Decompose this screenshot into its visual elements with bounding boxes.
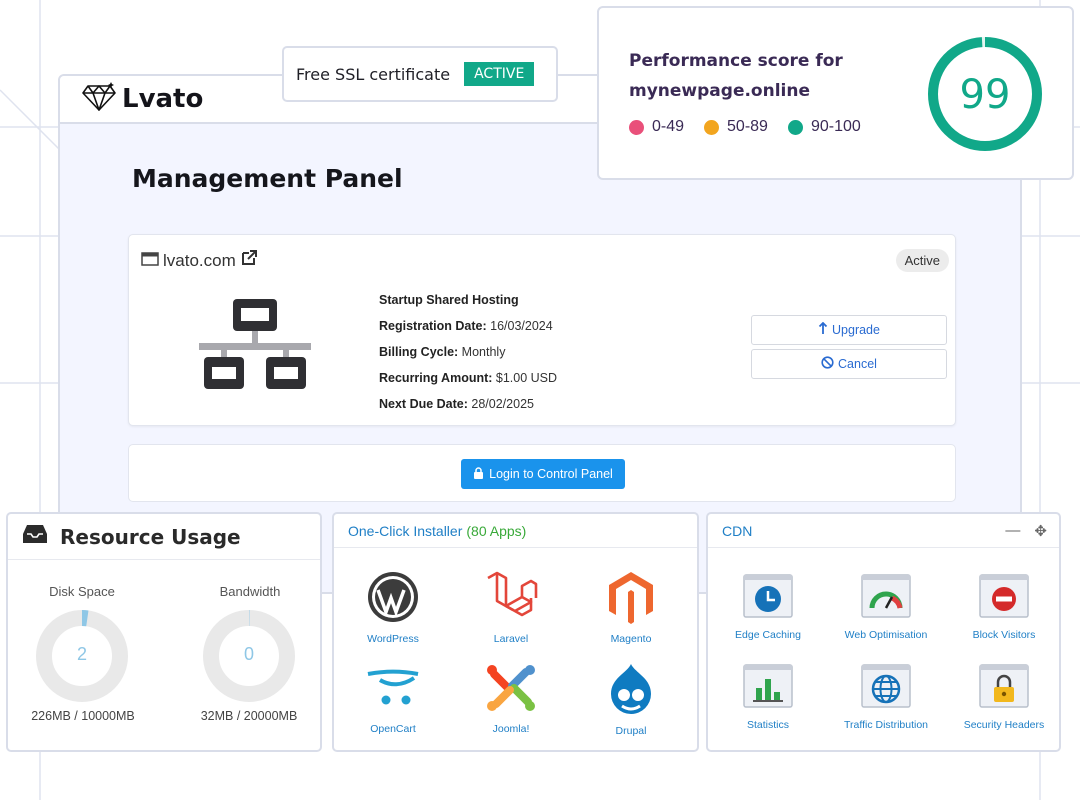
app-label: WordPress: [367, 633, 419, 645]
upgrade-label: Upgrade: [832, 323, 880, 337]
legend-item: 50-89: [704, 118, 768, 136]
page-title: Management Panel: [132, 164, 403, 193]
brand-name: Lvato: [122, 84, 204, 114]
wordpress-icon: [366, 572, 420, 628]
cdn-item-label: Block Visitors: [972, 629, 1036, 641]
resource-usage-title: Resource Usage: [60, 524, 241, 549]
cdn-block-visitors[interactable]: Block Visitors: [944, 574, 1064, 641]
app-label: Drupal: [615, 725, 647, 737]
move-icon[interactable]: ✥: [1034, 522, 1047, 540]
login-control-panel-button[interactable]: Login to Control Panel: [461, 459, 625, 489]
app-label: OpenCart: [370, 723, 416, 735]
cdn-header: CDN — ✥: [708, 514, 1059, 548]
ssl-text: Free SSL certificate: [296, 64, 451, 84]
service-details: Startup Shared Hosting Registration Date…: [379, 287, 557, 417]
brand-logo[interactable]: Lvato: [82, 81, 204, 117]
legend-dot: [787, 119, 803, 135]
login-label: Login to Control Panel: [489, 467, 613, 481]
app-label: Laravel: [493, 633, 529, 645]
upgrade-button[interactable]: Upgrade: [751, 315, 947, 345]
login-card: Login to Control Panel: [128, 444, 956, 502]
cancel-label: Cancel: [838, 357, 877, 371]
lock-icon: [979, 664, 1029, 712]
inbox-tray-icon: [22, 524, 48, 549]
cdn-item-label: Edge Caching: [735, 629, 801, 641]
legend-item: 0-49: [629, 118, 684, 136]
speedometer-icon: [861, 574, 911, 622]
status-badge: Active: [895, 249, 949, 272]
drupal-icon: [604, 664, 658, 720]
legend-item: 90-100: [787, 118, 861, 136]
performance-title: Performance score for mynewpage.online: [629, 46, 843, 106]
diamond-icon: [82, 81, 116, 117]
resource-usage-header: Resource Usage: [8, 514, 320, 560]
cdn-panel: CDN — ✥ Edge Caching Web Optimisation Bl…: [706, 512, 1061, 752]
cdn-controls: — ✥: [1005, 522, 1047, 540]
cdn-web-optimisation[interactable]: Web Optimisation: [826, 574, 946, 641]
cdn-item-label: Security Headers: [963, 719, 1045, 731]
score-legend: 0-49 50-89 90-100: [629, 118, 861, 136]
laravel-icon: [484, 571, 538, 628]
bandwidth-caption: 32MB / 20000MB: [200, 709, 298, 723]
resource-usage-panel: Resource Usage Disk Space 2 226MB / 1000…: [6, 512, 322, 752]
registration-row: Registration Date: 16/03/2024: [379, 319, 553, 333]
joomla-icon: [484, 665, 538, 718]
lock-icon: [473, 466, 484, 482]
score-value: 99: [960, 72, 1011, 118]
legend-dot: [704, 119, 720, 135]
bandwidth-value: 0: [243, 644, 254, 664]
disk-space-value: 2: [76, 644, 87, 664]
legend-dot: [629, 119, 644, 135]
performance-title-line1: Performance score for: [629, 51, 843, 71]
amount-row: Recurring Amount: $1.00 USD: [379, 371, 558, 385]
ban-icon: [821, 356, 834, 372]
cdn-edge-caching[interactable]: Edge Caching: [708, 574, 828, 641]
ssl-card: Free SSL certificate ACTIVE: [282, 46, 558, 102]
app-joomla[interactable]: Joomla!: [456, 662, 566, 735]
disk-space-caption: 226MB / 10000MB: [31, 709, 135, 723]
browser-window-icon: [141, 251, 159, 271]
cdn-item-label: Traffic Distribution: [843, 719, 929, 731]
installer-count: (80 Apps): [466, 522, 527, 539]
cdn-security-headers[interactable]: Security Headers: [944, 664, 1064, 731]
bandwidth-label: Bandwidth: [219, 584, 281, 599]
service-card: lvato.com Active Startup Shared Hosting: [128, 234, 956, 426]
performance-card: Performance score for mynewpage.online 0…: [597, 6, 1074, 180]
performance-domain: mynewpage.online: [629, 81, 810, 101]
app-magento[interactable]: Magento: [576, 570, 686, 645]
cancel-button[interactable]: Cancel: [751, 349, 947, 379]
installer-title: One-Click Installer: [348, 522, 463, 539]
app-opencart[interactable]: OpenCart: [338, 662, 448, 735]
upgrade-arrow-icon: [818, 321, 828, 338]
cdn-traffic-distribution[interactable]: Traffic Distribution: [826, 664, 946, 731]
block-icon: [979, 574, 1029, 622]
app-laravel[interactable]: Laravel: [456, 570, 566, 645]
disk-space-label: Disk Space: [49, 584, 115, 599]
billing-row: Billing Cycle: Monthly: [379, 345, 506, 359]
cdn-item-label: Web Optimisation: [844, 629, 928, 641]
installer-header: One-Click Installer (80 Apps): [334, 514, 697, 548]
opencart-icon: [366, 669, 420, 718]
clock-icon: [743, 574, 793, 622]
domain-link[interactable]: lvato.com: [163, 251, 236, 271]
score-gauge: 99: [925, 34, 1045, 159]
app-label: Joomla!: [492, 723, 530, 735]
installer-panel: One-Click Installer (80 Apps) WordPress L…: [332, 512, 699, 752]
magento-icon: [604, 572, 658, 628]
app-drupal[interactable]: Drupal: [576, 662, 686, 737]
app-wordpress[interactable]: WordPress: [338, 570, 448, 645]
app-label: Magento: [610, 633, 652, 645]
globe-icon: [861, 664, 911, 712]
bar-chart-icon: [743, 664, 793, 712]
network-icon: [199, 299, 311, 396]
ssl-status-badge: ACTIVE: [464, 62, 535, 86]
external-link-icon[interactable]: [240, 249, 258, 272]
plan-name: Startup Shared Hosting: [379, 293, 519, 307]
due-date-row: Next Due Date: 28/02/2025: [379, 397, 534, 411]
domain-row: lvato.com: [141, 249, 258, 272]
cdn-title: CDN: [722, 522, 753, 539]
minimize-icon[interactable]: —: [1005, 522, 1020, 540]
cdn-statistics[interactable]: Statistics: [708, 664, 828, 731]
cdn-item-label: Statistics: [746, 719, 789, 731]
